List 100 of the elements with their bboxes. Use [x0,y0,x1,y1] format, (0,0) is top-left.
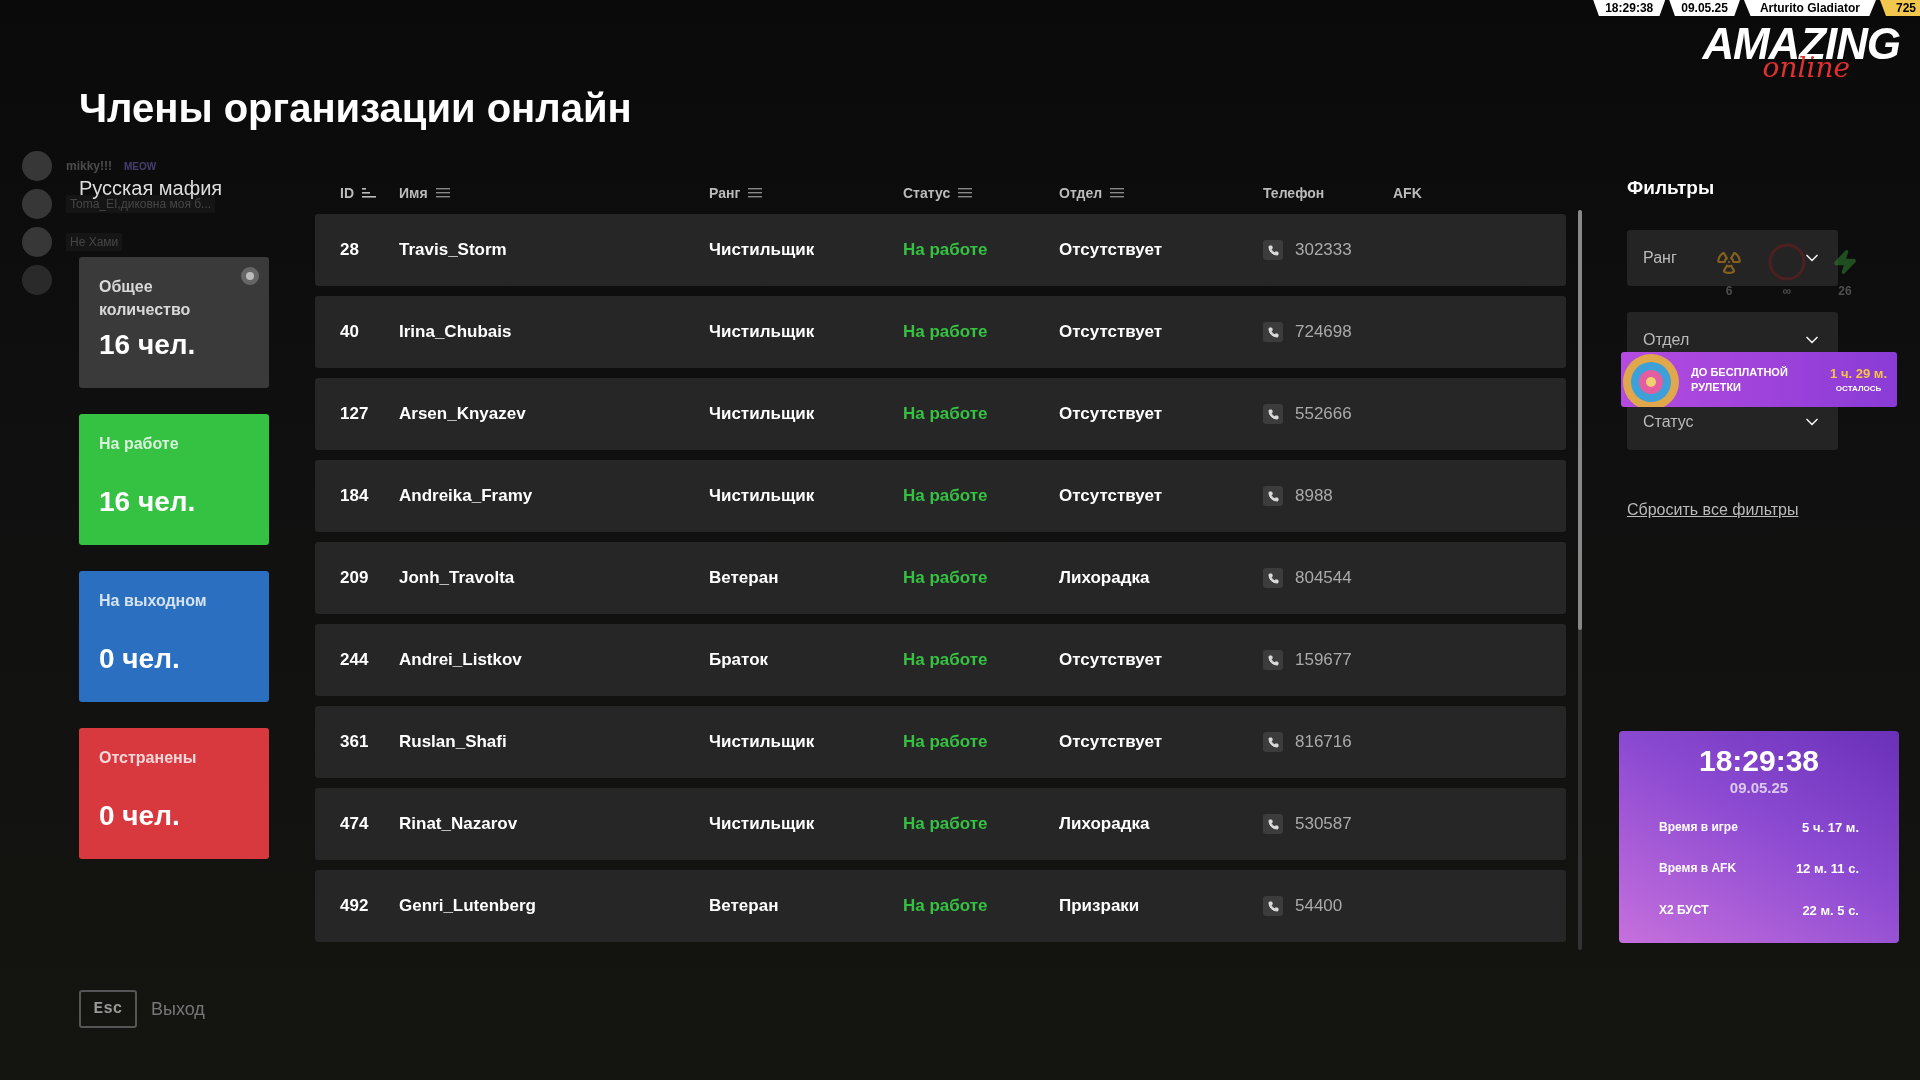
menu-icon[interactable] [435,187,450,199]
hud-stat-value: ∞ [1782,283,1792,300]
member-row[interactable]: 209 Jonh_Travolta Ветеран На работе Лихорадка 804544 [315,542,1566,614]
name-cell: Genri_Lutenberg [399,896,536,916]
id-cell: 40 [340,322,359,342]
ring-icon [1767,242,1807,282]
banner-text-line: РУЛЕТКИ [1691,379,1742,395]
page-title: Члены организации онлайн [79,85,633,132]
stat-label: Общее количество [99,277,192,320]
status-cell: На работе [903,404,988,424]
stat-label: На выходном [99,591,208,611]
id-cell: 28 [340,240,359,260]
stat-value: 0 чел. [99,642,181,676]
member-row[interactable]: 492 Genri_Lutenberg Ветеран На работе Призраки 54400 [315,870,1566,942]
rank-cell: Ветеран [709,896,779,916]
department-cell: Отсутствует [1059,650,1163,670]
phone-icon[interactable] [1263,240,1283,260]
id-cell: 492 [340,896,369,916]
rank-cell: Чистильщик [709,732,815,752]
member-row[interactable]: 40 Irina_Chubais Чистильщик На работе Отсутствует 724698 [315,296,1566,368]
rank-cell: Чистильщик [709,240,815,260]
column-header[interactable]: Телефон [1263,182,1325,204]
chat-username: mikky!!! [66,158,112,175]
stat-label: На работе [99,434,180,454]
status-cell: На работе [903,486,988,506]
avatar [22,265,52,295]
scrollbar[interactable] [1578,210,1582,950]
phone-cell-text: 816716 [1295,731,1352,754]
phone-cell-text: 804544 [1295,567,1352,590]
clock-row-value: 22 м. 5 с. [1802,901,1859,920]
esc-key[interactable]: Esc [79,990,137,1028]
phone-icon[interactable] [1263,650,1283,670]
phone-cell-text: 159677 [1295,649,1352,672]
member-row[interactable]: 28 Travis_Storm Чистильщик На работе Отсутствует 302333 [315,214,1566,286]
rank-cell: Браток [709,650,769,670]
clock-row-value: 12 м. 11 с. [1795,860,1859,878]
status-cell: На работе [903,240,988,260]
filter-dropdown[interactable]: Ранг [1627,230,1838,286]
radiation-icon [1716,249,1742,275]
clock-row-label: Время в AFK [1659,860,1737,877]
rank-cell: Ветеран [709,568,779,588]
avatar [22,189,52,219]
menu-icon[interactable] [958,187,973,199]
rank-cell: Чистильщик [709,486,815,506]
clock-row-label: Время в игре [1659,818,1738,836]
name-cell: Ruslan_Shafi [399,732,507,752]
stat-label: Отстранены [99,748,198,768]
phone-icon[interactable] [1263,732,1283,752]
status-cell: На работе [903,322,988,342]
department-cell: Отсутствует [1059,404,1163,424]
phone-icon[interactable] [1263,568,1283,588]
id-cell: 127 [340,404,369,424]
member-row[interactable]: 127 Arsen_Knyazev Чистильщик На работе Отсутствует 552666 [315,378,1566,450]
department-cell: Лихорадка [1059,814,1150,834]
clock-time: 18:29:38 [1698,745,1820,777]
status-cell: На работе [903,896,988,916]
avatar [22,151,52,181]
phone-icon[interactable] [1263,486,1283,506]
column-header[interactable]: Имя [399,182,428,204]
menu-icon[interactable] [748,187,763,199]
department-cell: Отсутствует [1059,486,1163,506]
column-header[interactable]: AFK [1393,182,1422,204]
rank-cell: Чистильщик [709,404,815,424]
column-header[interactable]: Ранг [709,182,741,204]
phone-icon[interactable] [1263,322,1283,342]
column-header[interactable]: Статус [903,182,951,204]
stat-value: 16 чел. [99,328,197,362]
member-row[interactable]: 244 Andrei_Listkov Браток На работе Отсутствует 159677 [315,624,1566,696]
reset-filters-link[interactable]: Сбросить все фильтры [1627,498,1838,522]
rank-cell: Чистильщик [709,814,815,834]
department-cell: Лихорадка [1059,568,1150,588]
roulette-toast[interactable]: ДО БЕСПЛАТНОЙ РУЛЕТКИ 1 ч. 29 м. ОСТАЛОСЬ [1621,352,1897,407]
department-cell: Отсутствует [1059,240,1163,260]
hud-stat-value: 6 [1725,283,1733,300]
phone-icon[interactable] [1263,404,1283,424]
column-header[interactable]: ID [340,182,354,204]
stat-value: 16 чел. [99,485,197,519]
department-cell: Отсутствует [1059,732,1163,752]
clock-date: 09.05.25 [1729,778,1789,798]
status-cell: На работе [903,732,988,752]
menu-icon[interactable] [1110,187,1125,199]
phone-cell-text: 724698 [1295,321,1352,344]
exit-label: Выход [151,997,205,1021]
phone-icon[interactable] [1263,814,1283,834]
id-cell: 184 [340,486,369,506]
sort-icon[interactable] [362,187,376,199]
status-cell: На работе [903,814,988,834]
member-row[interactable]: 361 Ruslan_Shafi Чистильщик На работе Отсутствует 816716 [315,706,1566,778]
phone-icon[interactable] [1263,896,1283,916]
id-cell: 361 [340,732,369,752]
clock-row-value: 5 ч. 17 м. [1802,818,1859,837]
id-cell: 209 [340,568,369,588]
id-cell: 244 [340,650,369,670]
member-row[interactable]: 474 Rinat_Nazarov Чистильщик На работе Лихорадка 530587 [315,788,1566,860]
column-header[interactable]: Отдел [1059,182,1103,204]
name-cell: Andreika_Framy [399,486,533,506]
status-cell: На работе [903,568,988,588]
member-row[interactable]: 184 Andreika_Framy Чистильщик На работе Отсутствует 8988 [315,460,1566,532]
department-cell: Отсутствует [1059,322,1163,342]
name-cell: Travis_Storm [399,240,507,260]
